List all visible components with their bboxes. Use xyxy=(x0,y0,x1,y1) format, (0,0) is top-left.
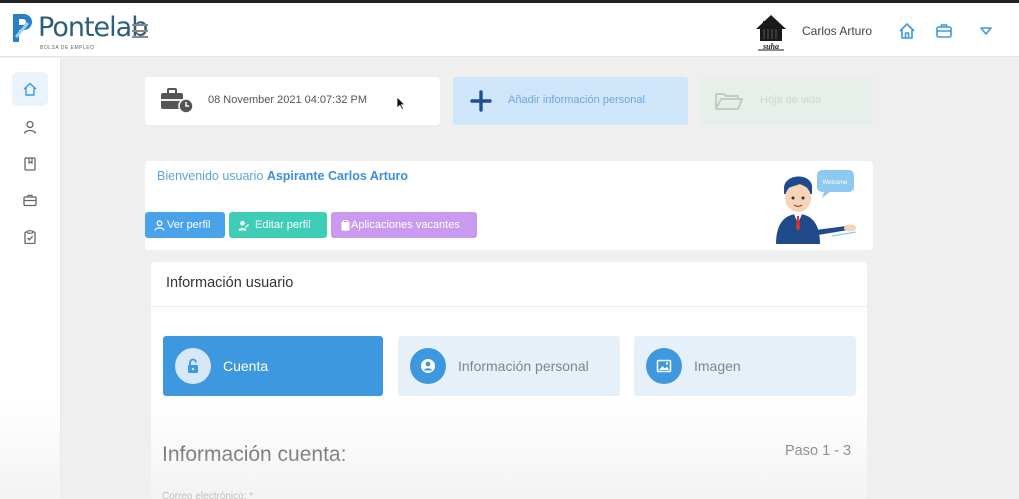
logo-text: Pontelab xyxy=(38,12,148,43)
email-field-label: Correo electrónico: * xyxy=(162,491,254,499)
mascot-bubble-text: Welcome xyxy=(823,180,849,186)
home-icon xyxy=(23,82,37,96)
user-info-title: Información usuario xyxy=(166,275,294,291)
user-circle-icon xyxy=(421,359,435,373)
tab-personal-info[interactable]: Información personal xyxy=(398,336,620,396)
welcome-user-name: Aspirante Carlos Arturo xyxy=(266,169,409,183)
step-indicator: Paso 1 - 3 xyxy=(785,443,852,459)
briefcase-icon[interactable] xyxy=(935,22,953,40)
job-applications-label: Aplicaciones vacantes xyxy=(351,219,460,231)
tab-account-label: Cuenta xyxy=(223,358,269,374)
welcome-mascot-illustration: Welcome xyxy=(776,170,857,244)
briefcase-icon xyxy=(23,194,37,207)
user-edit-icon xyxy=(238,220,249,231)
briefcase-clock-icon xyxy=(161,88,194,114)
pontelab-logo[interactable]: Pontelab BOLSA DE EMPLEO xyxy=(10,12,148,52)
image-icon xyxy=(656,359,672,373)
sidebar-item-documents[interactable] xyxy=(12,147,48,181)
user-icon xyxy=(154,220,165,231)
edit-profile-label: Editar perfil xyxy=(255,219,311,231)
dropdown-caret-icon[interactable] xyxy=(977,22,995,40)
home-icon[interactable] xyxy=(898,22,916,40)
unlock-icon xyxy=(188,358,198,373)
view-profile-button[interactable]: Ver perfil xyxy=(145,212,225,238)
divider xyxy=(151,306,867,307)
welcome-prefix: Bienvenido usuario xyxy=(157,169,264,183)
add-personal-info-label: Añadir información personal xyxy=(508,94,645,106)
logo-p-icon xyxy=(13,14,32,42)
clipboard-check-icon xyxy=(24,230,36,244)
mouse-cursor-icon xyxy=(396,96,406,110)
view-profile-label: Ver perfil xyxy=(167,219,211,231)
tab-image[interactable]: Imagen xyxy=(634,336,856,396)
brand-badge-text: suha xyxy=(762,42,779,51)
plus-icon xyxy=(470,90,492,112)
tab-image-label: Imagen xyxy=(694,358,741,374)
resume-button[interactable]: Hoja de vida xyxy=(700,77,873,125)
left-sidebar xyxy=(0,58,61,499)
user-info-card: Información usuario Cuenta Información p… xyxy=(151,262,867,499)
user-icon xyxy=(23,120,37,134)
company-avatar[interactable]: suha xyxy=(752,11,790,53)
sidebar-item-home[interactable] xyxy=(12,72,48,106)
tab-account-icon-circle xyxy=(175,348,211,384)
sidebar-item-profile[interactable] xyxy=(12,110,48,144)
sidebar-item-applications[interactable] xyxy=(12,220,48,254)
edit-profile-button[interactable]: Editar perfil xyxy=(229,212,327,238)
job-applications-button[interactable]: Aplicaciones vacantes xyxy=(331,212,477,238)
folder-open-icon xyxy=(715,93,743,110)
tab-account[interactable]: Cuenta xyxy=(163,336,383,396)
top-navbar: Pontelab BOLSA DE EMPLEO suha Carlos Art… xyxy=(0,3,1019,57)
account-section-title: Información cuenta: xyxy=(162,443,347,466)
welcome-message: Bienvenido usuario Aspirante Carlos Artu… xyxy=(157,169,408,183)
menu-toggle-icon[interactable] xyxy=(132,24,148,38)
clipboard-icon xyxy=(341,220,350,231)
user-name[interactable]: Carlos Arturo xyxy=(802,24,872,38)
resume-label: Hoja de vida xyxy=(760,94,822,106)
add-personal-info-button[interactable]: Añadir información personal xyxy=(453,77,688,125)
bookmark-file-icon xyxy=(24,157,36,171)
tab-personal-info-label: Información personal xyxy=(458,358,589,374)
tab-image-icon-circle xyxy=(646,348,682,384)
logo-subtitle: BOLSA DE EMPLEO xyxy=(40,45,95,51)
tab-personal-info-icon-circle xyxy=(410,348,446,384)
current-datetime: 08 November 2021 04:07:32 PM xyxy=(208,94,367,106)
sidebar-item-jobs[interactable] xyxy=(12,183,48,217)
